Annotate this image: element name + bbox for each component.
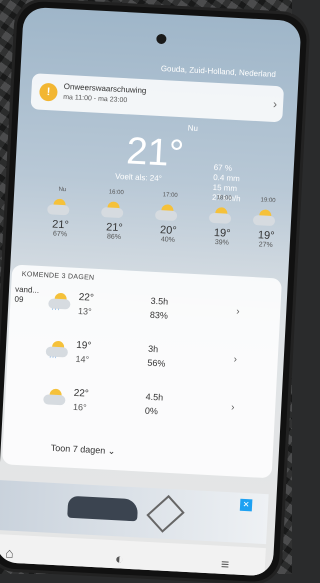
sun-cloud-icon (245, 207, 290, 231)
hour-precip: 40% (160, 236, 176, 244)
day-sun: 3.5h (150, 295, 169, 307)
hour-item[interactable]: 19:00 19° 27% (244, 197, 291, 250)
chevron-down-icon: ⌄ (107, 445, 116, 457)
chevron-right-icon: › (230, 402, 235, 414)
hour-item[interactable]: 17:00 20° 40% (146, 191, 193, 244)
feels-like: Voelt als: 24° (114, 171, 163, 184)
warning-time: ma 11:00 - ma 23:00 (63, 93, 128, 105)
section-title: KOMENDE 3 DAGEN (21, 270, 95, 282)
current-label: Nu (187, 123, 199, 133)
day-precip: 83% (149, 309, 169, 321)
sun-cloud-rain-icon: ' ' ' (40, 290, 71, 316)
camera (156, 33, 167, 45)
chevron-right-icon: › (233, 354, 238, 366)
radar-icon[interactable]: ◐ (115, 550, 124, 566)
house-icon[interactable]: ⌂ (5, 545, 14, 561)
hour-item[interactable]: 18:00 19° 39% (200, 194, 247, 247)
day-high: 19° (75, 339, 92, 352)
day-low: 16° (72, 401, 87, 413)
ad-banner[interactable]: ✕ (0, 480, 269, 545)
hour-precip: 39% (214, 239, 229, 247)
menu-icon[interactable]: ≡ (221, 556, 230, 572)
sun-cloud-icon (93, 199, 138, 223)
day-date: 09 (14, 294, 24, 305)
warning-title: Onweerswaarschuwing (63, 81, 147, 96)
chevron-right-icon: › (272, 96, 278, 112)
phone: Gouda, Zuid-Holland, Nederland ! Onweers… (0, 0, 308, 583)
day-sun: 3h (147, 343, 159, 355)
car-image (67, 495, 139, 522)
hour-precip: 27% (258, 241, 273, 250)
sun-cloud-icon (147, 201, 192, 225)
sun-cloud-icon (201, 204, 246, 228)
hour-precip: 86% (106, 233, 122, 242)
hour-precip: 67% (52, 230, 68, 239)
more-days-label: Toon 7 dagen (50, 442, 106, 456)
day-sun: 4.5h (145, 391, 164, 403)
day-low: 13° (77, 305, 92, 317)
hour-item[interactable]: 16:00 21° 86% (92, 189, 139, 242)
day-row[interactable]: 22° 16° 4.5h 0% › (4, 380, 276, 438)
forecast-card: KOMENDE 3 DAGEN vand... 09 ' ' ' 22° 13°… (1, 264, 283, 479)
hourly-forecast[interactable]: Nu 21° 67% 16:00 21° 86% 17:00 20° 40% 1… (17, 185, 290, 271)
day-precip: 56% (147, 357, 166, 369)
sun-cloud-rain-icon: ' ' ' (37, 338, 69, 364)
brand-logo (146, 494, 185, 533)
location[interactable]: Gouda, Zuid-Holland, Nederland (161, 64, 277, 79)
hour-item[interactable]: Nu 21° 67% (38, 186, 85, 239)
day-low: 14° (75, 353, 90, 365)
day-precip: 0% (144, 405, 159, 417)
current-temp: 21° (125, 130, 185, 176)
more-days-button[interactable]: Toon 7 dagen ⌄ (51, 443, 116, 457)
chevron-right-icon: › (235, 306, 240, 318)
sun-cloud-icon (39, 196, 84, 220)
day-high: 22° (78, 291, 95, 304)
warning-icon: ! (38, 82, 58, 102)
close-icon[interactable]: ✕ (239, 498, 253, 512)
day-label: vand... (14, 284, 40, 295)
day-high: 22° (73, 387, 90, 400)
screen: Gouda, Zuid-Holland, Nederland ! Onweers… (0, 6, 302, 577)
sun-cloud-icon (35, 386, 66, 412)
weather-warning[interactable]: ! Onweerswaarschuwing ma 11:00 - ma 23:0… (30, 73, 285, 123)
